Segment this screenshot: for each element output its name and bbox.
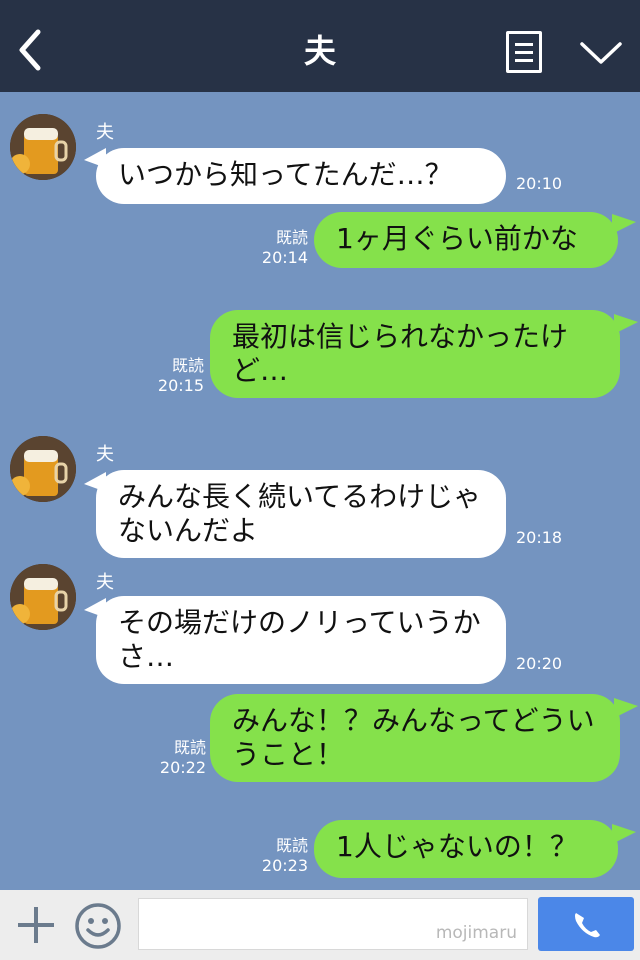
watermark: mojimaru — [435, 923, 517, 943]
message-bubble[interactable]: 最初は信じられなかったけど… — [210, 310, 620, 398]
chat-title: 夫 — [303, 32, 336, 70]
message-bubble[interactable]: みんな！？みんなってどういうこと！ — [210, 694, 620, 782]
smiley-icon — [75, 903, 121, 949]
message-time: 20:23 — [261, 856, 308, 875]
read-receipt: 既読 — [275, 228, 308, 247]
dropdown-button[interactable] — [578, 36, 624, 68]
message-bubble[interactable]: その場だけのノリっていうかさ… — [96, 596, 506, 684]
plus-icon — [18, 907, 54, 943]
sender-name: 夫 — [96, 444, 114, 465]
read-receipt: 既読 — [173, 738, 206, 757]
chevron-down-icon — [580, 42, 622, 64]
read-receipt: 既読 — [275, 836, 308, 855]
message-bubble[interactable]: 1人じゃないの！？ — [314, 820, 618, 878]
message-time: 20:10 — [516, 174, 563, 193]
message-bubble[interactable]: 1ヶ月ぐらい前かな — [314, 212, 618, 268]
call-button[interactable] — [538, 897, 634, 951]
list-icon — [515, 43, 533, 46]
sender-name: 夫 — [96, 572, 114, 593]
add-button[interactable] — [14, 903, 58, 947]
message-time: 20:15 — [157, 376, 204, 395]
message-time: 20:22 — [159, 758, 206, 777]
emoji-button[interactable] — [74, 902, 122, 950]
message-bubble[interactable]: いつから知ってたんだ…？ — [96, 148, 506, 204]
menu-button[interactable] — [506, 31, 542, 73]
sender-name: 夫 — [96, 122, 114, 143]
message-time: 20:18 — [516, 528, 563, 547]
message-time: 20:20 — [516, 654, 563, 673]
message-input[interactable]: mojimaru — [138, 898, 528, 950]
read-receipt: 既読 — [171, 356, 204, 375]
message-bubble[interactable]: みんな長く続いてるわけじゃないんだよ — [96, 470, 506, 558]
avatar[interactable] — [10, 114, 76, 180]
chat-header: 夫 — [0, 0, 640, 92]
chat-area[interactable]: 夫 いつから知ってたんだ…？ 20:10 既読 20:14 1ヶ月ぐらい前かな … — [0, 92, 640, 890]
avatar[interactable] — [10, 564, 76, 630]
avatar[interactable] — [10, 436, 76, 502]
phone-icon — [575, 913, 600, 938]
message-time: 20:14 — [261, 248, 308, 267]
